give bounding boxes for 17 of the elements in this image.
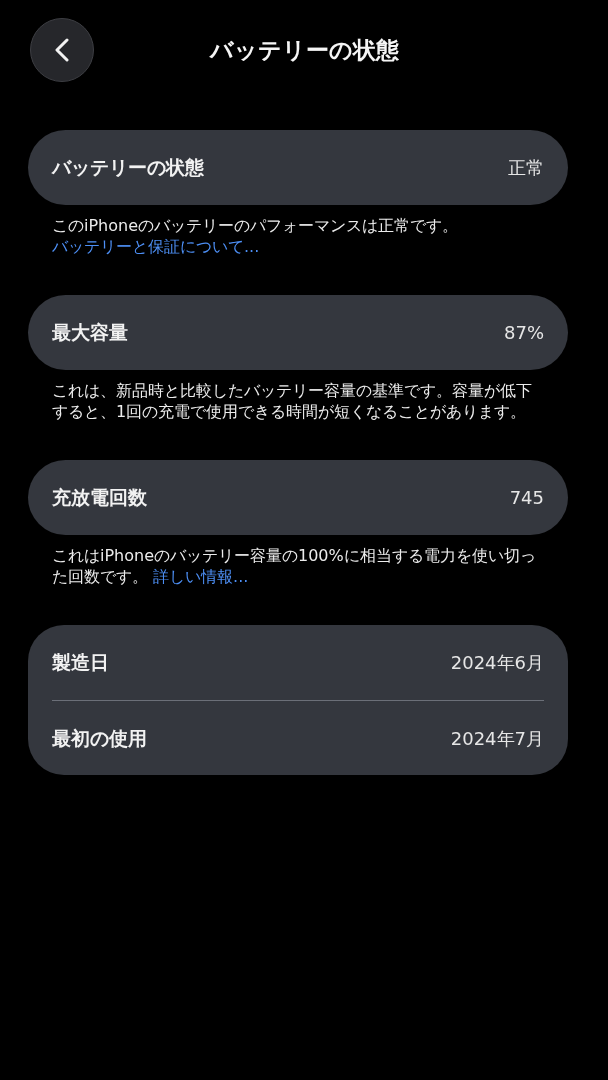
chevron-left-icon [55, 38, 69, 62]
row-value: 2024年6月 [450, 651, 544, 675]
footer-note: これはiPhoneのバッテリー容量の100%に相当する電力を使い切った回数です。 詳しい情報... [51, 545, 537, 587]
info-link[interactable]: 詳しい情報... [153, 567, 249, 586]
footer-note: これは、新品時と比較したバッテリー容量の基準です。容量が低下すると、1回の充電で使用できる時間が短くなることがあります。 [51, 380, 533, 422]
row-label: 最大容量 [52, 320, 128, 346]
row-label: 製造日 [52, 650, 109, 676]
page-title: バッテリーの状態 [209, 35, 399, 65]
row-value: 2024年7月 [450, 726, 544, 751]
footer-note: このiPhoneのバッテリーのパフォーマンスは正常です。 バッテリーと保証について... [51, 215, 459, 257]
row-label: 充放電回数 [52, 485, 147, 511]
row-value: 745 [509, 486, 544, 510]
row-value: 87% [504, 321, 544, 345]
row-label: バッテリーの状態 [52, 155, 204, 181]
row-label: 最初の使用 [52, 725, 147, 751]
row-value: 正常 [508, 156, 544, 180]
info-link[interactable]: バッテリーと保証について... [52, 237, 260, 256]
